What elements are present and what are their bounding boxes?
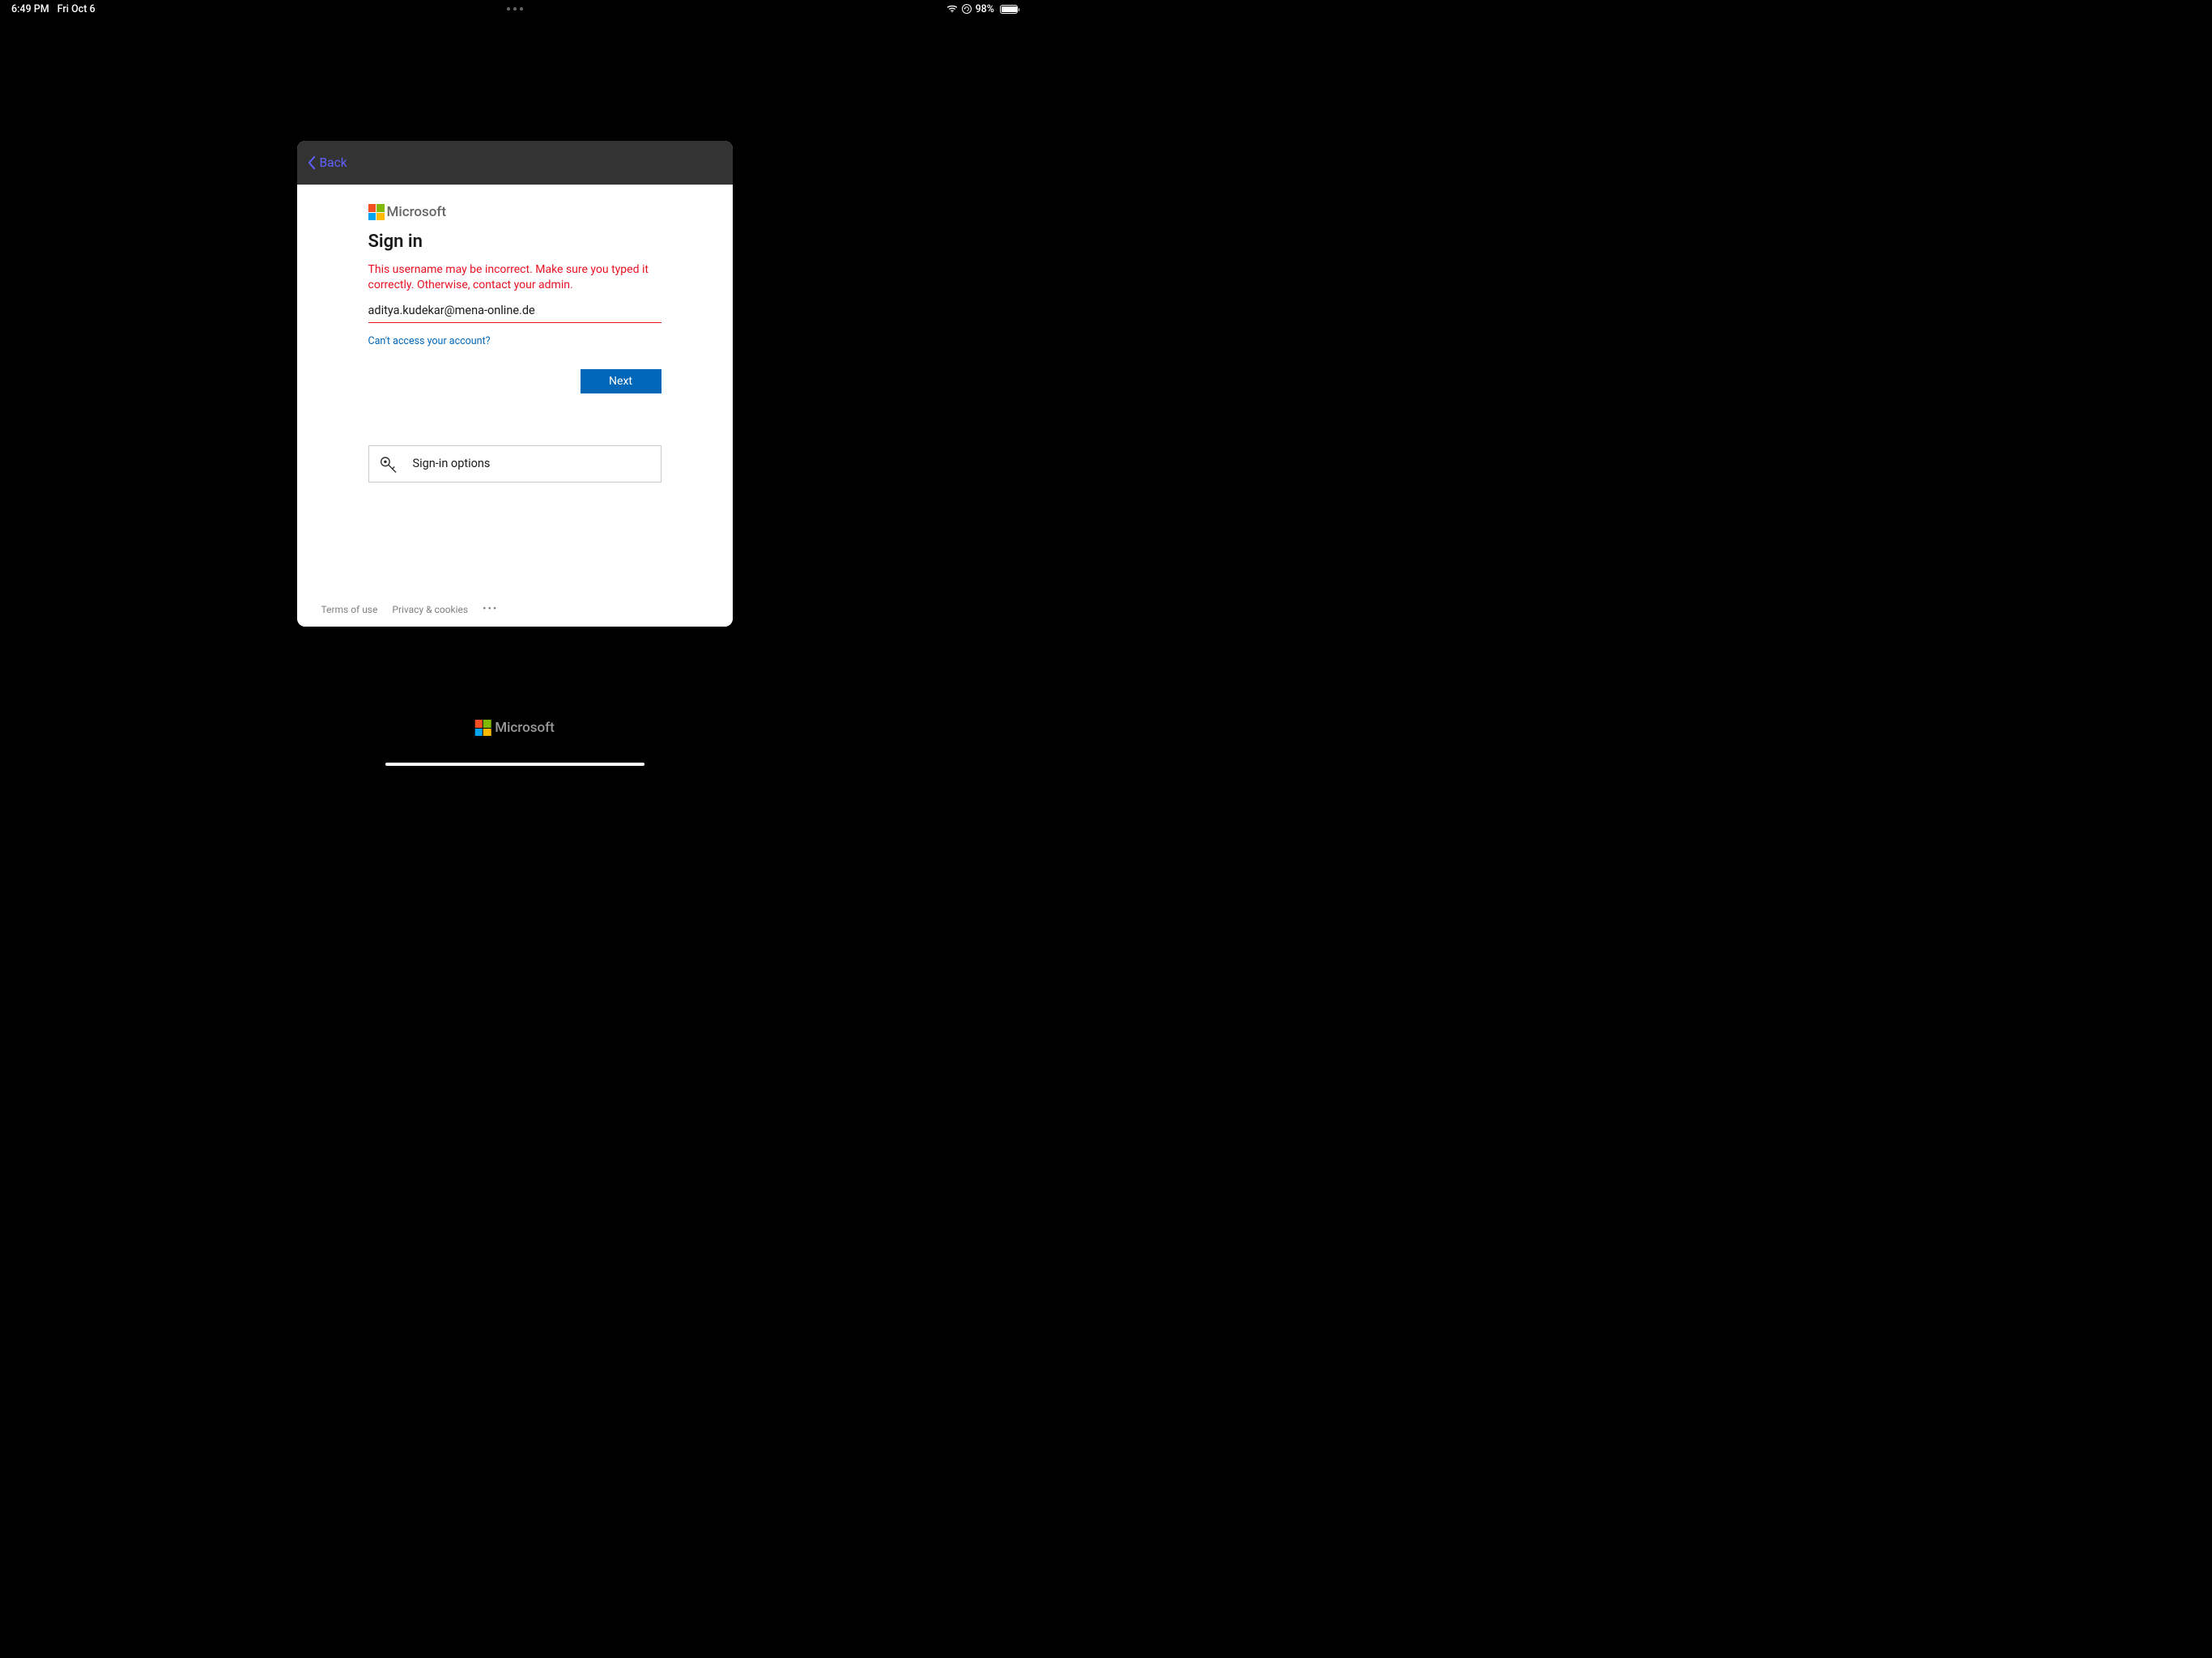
error-message: This username may be incorrect. Make sur…	[368, 262, 661, 293]
status-bar: 6:49 PM Fri Oct 6 98%	[0, 0, 1029, 18]
status-left: 6:49 PM Fri Oct 6	[11, 3, 96, 15]
modal-footer: Terms of use Privacy & cookies •••	[297, 593, 733, 627]
next-button[interactable]: Next	[581, 369, 661, 393]
chevron-left-icon	[307, 155, 317, 170]
wifi-icon	[946, 5, 958, 13]
signin-options-label: Sign-in options	[413, 457, 491, 470]
microsoft-logo: Microsoft	[368, 204, 661, 220]
microsoft-logo-icon	[368, 204, 385, 220]
back-label: Back	[320, 155, 347, 170]
orientation-lock-icon	[962, 4, 972, 14]
signin-title: Sign in	[368, 232, 661, 252]
button-row: Next	[368, 369, 661, 393]
home-indicator[interactable]	[385, 763, 644, 766]
status-date: Fri Oct 6	[57, 3, 96, 15]
key-icon	[379, 455, 402, 473]
terms-link[interactable]: Terms of use	[321, 604, 378, 615]
back-button[interactable]: Back	[307, 155, 347, 170]
signin-modal: Back Microsoft Sign in This username may…	[297, 141, 733, 627]
footer-more-icon[interactable]: •••	[483, 603, 498, 615]
modal-header: Back	[297, 141, 733, 185]
microsoft-logo-text: Microsoft	[387, 204, 447, 220]
battery-icon	[1000, 5, 1018, 14]
signin-options-button[interactable]: Sign-in options	[368, 445, 661, 483]
status-time: 6:49 PM	[11, 3, 49, 15]
email-input[interactable]	[368, 300, 661, 323]
modal-body: Microsoft Sign in This username may be i…	[297, 185, 733, 593]
microsoft-logo-icon	[474, 720, 491, 736]
bottom-brand-text: Microsoft	[495, 720, 555, 736]
bottom-microsoft-brand: Microsoft	[474, 720, 555, 736]
cant-access-link[interactable]: Can't access your account?	[368, 335, 491, 347]
multitasking-dots-icon[interactable]	[507, 7, 523, 11]
privacy-link[interactable]: Privacy & cookies	[392, 604, 468, 615]
status-right: 98%	[946, 3, 1018, 15]
battery-percentage: 98%	[976, 3, 994, 15]
